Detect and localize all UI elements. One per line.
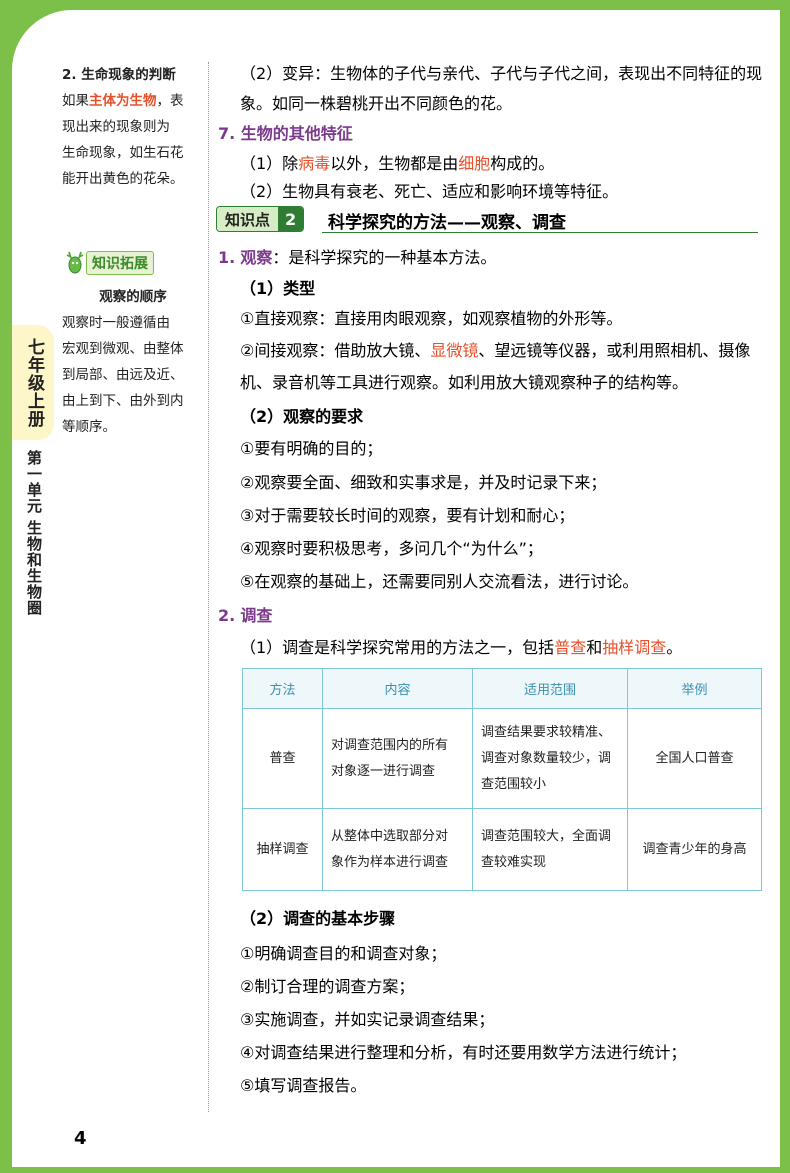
paragraph-cells: （1）除病毒以外，生物都是由细胞构成的。	[240, 154, 555, 173]
step-5: ⑤填写调查报告。	[240, 1076, 367, 1095]
highlight-virus: 病毒	[298, 154, 331, 173]
variation-line-1: （2）变异：生物体的子代与亲代、子代与子代之间，表现出不同特征的现	[240, 64, 763, 83]
type-direct: ①直接观察：直接用肉眼观察，如观察植物的外形等。	[240, 309, 623, 328]
table-header: 内容	[322, 668, 473, 709]
investigation-table: 方法 内容 适用范围 举例 普查 对调查范围内的所有 对象逐一进行调查 调查结果要…	[242, 668, 762, 891]
page-number: 4	[74, 1128, 87, 1149]
requirement-2: ②观察要全面、细致和实事求是，并及时记录下来；	[240, 473, 607, 492]
side-note-life-phenomena: 2. 生命现象的判断 如果主体为生物，表 现出来的现象则为 生命现象，如生石花 …	[62, 62, 204, 192]
step-2: ②制订合理的调查方案；	[240, 977, 415, 996]
investigation-intro: （1）调查是科学探究常用的方法之一，包括普查和抽样调查。	[240, 638, 683, 657]
table-header: 方法	[242, 668, 323, 709]
side-note-title: 2. 生命现象的判断	[62, 67, 176, 83]
side-note-line: 由上到下、由外到内	[62, 393, 184, 409]
highlight-microscope: 显微镜	[430, 341, 479, 360]
heading-investigation: 2. 调查	[218, 606, 273, 625]
variation-line-2: 象。如同一株碧桃开出不同颜色的花。	[240, 94, 513, 113]
table-row: 抽样调查 从整体中选取部分对 象作为样本进行调查 调查范围较大，全面调 查较难实现 …	[242, 808, 762, 891]
requirement-1: ①要有明确的目的；	[240, 439, 383, 458]
section-label: 知识点	[217, 207, 279, 231]
side-note-line: 等顺序。	[62, 419, 116, 435]
section-badge: 知识点 2	[216, 206, 305, 232]
section-underline	[322, 232, 758, 233]
heading-steps: （2）调查的基本步骤	[240, 909, 396, 928]
step-4: ④对调查结果进行整理和分析，有时还要用数学方法进行统计；	[240, 1043, 687, 1062]
requirement-3: ③对于需要较长时间的观察，要有计划和耐心；	[240, 506, 575, 525]
spine-unit-title: 生物和生物圈	[25, 520, 43, 616]
side-note-line: 观察时一般遵循由	[62, 315, 170, 331]
heading-types: （1）类型	[240, 279, 316, 298]
heading-requirements: （2）观察的要求	[240, 407, 364, 426]
column-divider	[208, 62, 209, 1112]
spine-unit: 第一单元	[25, 450, 43, 514]
table-row: 普查 对调查范围内的所有 对象逐一进行调查 调查结果要求较精准、 调查对象数量较少，…	[242, 708, 762, 809]
side-note-observation-order: 观察的顺序 观察时一般遵循由 宏观到微观、由整体 到局部、由远及近、 由上到下、…	[62, 284, 204, 440]
knowledge-extension-badge: 知识拓展	[64, 250, 154, 276]
section-title: 科学探究的方法——观察、调查	[328, 213, 566, 233]
highlight-sampling: 抽样调查	[602, 638, 667, 657]
side-note-line: 现出来的现象则为	[62, 119, 170, 135]
badge-label: 知识拓展	[86, 251, 154, 275]
step-1: ①明确调查目的和调查对象；	[240, 944, 447, 963]
paragraph-aging: （2）生物具有衰老、死亡、适应和影响环境等特征。	[240, 182, 619, 201]
side-note-line: 如果主体为生物，表	[62, 93, 184, 109]
side-note-line: 到局部、由远及近、	[62, 367, 184, 383]
step-3: ③实施调查，并如实记录调查结果；	[240, 1010, 495, 1029]
type-indirect-line-1: ②间接观察：借助放大镜、显微镜、望远镜等仪器，或利用照相机、摄像	[240, 341, 751, 360]
heading-other-characteristics: 7. 生物的其他特征	[218, 124, 353, 143]
table-header: 举例	[627, 668, 762, 709]
section-number: 2	[278, 207, 304, 231]
side-note-line: 能开出黄色的花朵。	[62, 171, 184, 187]
highlight-census: 普查	[554, 638, 587, 657]
spine-grade: 七年级上册	[24, 338, 44, 428]
requirement-5: ⑤在观察的基础上，还需要同别人交流看法，进行讨论。	[240, 572, 639, 591]
side-note-line: 宏观到微观、由整体	[62, 341, 184, 357]
deer-icon	[66, 251, 84, 274]
side-note-line: 生命现象，如生石花	[62, 145, 184, 161]
side-note-title: 观察的顺序	[99, 289, 167, 305]
table-header: 适用范围	[472, 668, 628, 709]
type-indirect-line-2: 机、录音机等工具进行观察。如利用放大镜观察种子的结构等。	[240, 373, 689, 392]
highlight-text: 主体为生物	[89, 93, 157, 109]
heading-observation: 1. 观察：是科学探究的一种基本方法。	[218, 248, 497, 267]
highlight-cell: 细胞	[458, 154, 491, 173]
requirement-4: ④观察时要积极思考，多问几个“为什么”；	[240, 539, 543, 558]
